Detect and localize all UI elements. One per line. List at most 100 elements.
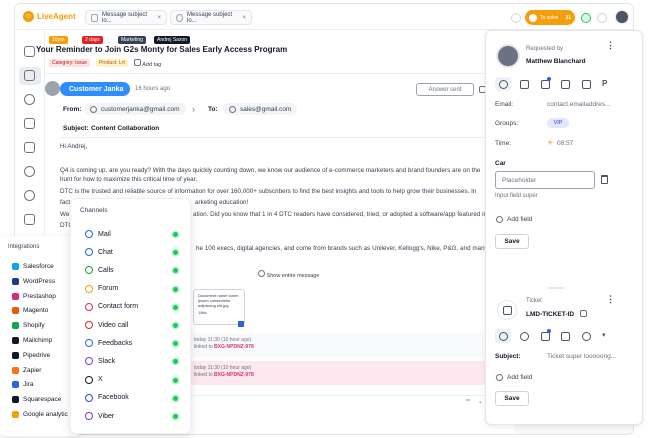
customer-name-chip[interactable]: Customer Janka xyxy=(60,82,130,96)
channel-item[interactable]: Mail xyxy=(85,230,111,238)
favorites-icon[interactable] xyxy=(24,214,35,225)
to-email[interactable]: sales@gmail.com xyxy=(223,103,298,115)
pipedrive-icon[interactable]: P xyxy=(602,79,607,88)
drag-handle[interactable] xyxy=(548,287,564,289)
brand-logo[interactable]: ☺ LiveAgent xyxy=(23,11,76,22)
phone-icon[interactable] xyxy=(24,118,35,129)
more-icon[interactable]: ⋮ xyxy=(606,40,615,51)
user-avatar[interactable] xyxy=(615,10,629,24)
tab-message-2[interactable]: Message subject lo... × xyxy=(170,10,252,25)
integration-item[interactable]: Squarespace xyxy=(12,396,61,404)
reports-icon[interactable] xyxy=(24,142,35,153)
viber-icon xyxy=(85,412,93,420)
channel-item[interactable]: Forum xyxy=(85,284,118,293)
person-icon[interactable] xyxy=(499,332,508,341)
contact-email[interactable]: contact.emailaddres... xyxy=(547,101,611,108)
mail-icon[interactable] xyxy=(24,70,35,81)
save-button[interactable]: Save xyxy=(495,391,529,406)
channel-label: Contact form xyxy=(98,303,139,311)
channel-label: Chat xyxy=(98,248,113,256)
close-icon[interactable]: × xyxy=(157,15,161,21)
collapse-icon[interactable]: ═ xyxy=(466,398,470,404)
integration-item[interactable]: Jira xyxy=(12,381,33,389)
message-paragraph: DTC is the trusted and reliable source o… xyxy=(60,188,477,195)
page-title: Your Reminder to Join G2s Monty for Sale… xyxy=(36,45,288,54)
status-count: 31 xyxy=(565,14,571,21)
add-tag-button[interactable]: Add tag xyxy=(134,59,161,68)
activity-log-row: today 11:30 (10 hour ago) linked to BXG-… xyxy=(190,333,493,357)
status-label: To solve xyxy=(540,14,559,21)
clock-icon[interactable] xyxy=(582,332,591,341)
integration-item[interactable]: Google analytic xyxy=(12,411,68,418)
brand-name: LiveAgent xyxy=(37,12,76,21)
chevron-down-icon[interactable]: ▾ xyxy=(602,331,606,339)
chat-icon[interactable] xyxy=(24,94,35,105)
compose-bar[interactable] xyxy=(190,395,493,407)
tab-message-1[interactable]: Message subject lo... × xyxy=(85,10,167,25)
linked-ticket-link[interactable]: BXG-NPDNZ-978 xyxy=(214,344,254,350)
linked-ticket-link[interactable]: BXG-NPDNZ-978 xyxy=(214,372,254,378)
product-label[interactable]: Product: Lrt xyxy=(96,59,128,67)
channel-label: Viber xyxy=(98,412,115,420)
car-input[interactable]: Placeholder xyxy=(495,171,595,189)
add-icon[interactable] xyxy=(511,13,521,23)
dashboard-icon[interactable] xyxy=(24,46,35,57)
settings-icon[interactable] xyxy=(24,190,35,201)
ticket-icon[interactable] xyxy=(541,332,550,341)
browser-icon[interactable] xyxy=(561,332,570,341)
person-icon[interactable] xyxy=(499,80,508,89)
channel-item[interactable]: Slack xyxy=(85,357,115,366)
integration-item[interactable]: Shopify xyxy=(12,322,45,330)
status-toggle[interactable]: To solve 31 xyxy=(525,10,575,25)
vip-badge[interactable]: VIP xyxy=(547,118,569,128)
requester-name[interactable]: Matthew Blanchard xyxy=(526,58,586,65)
integration-item[interactable]: Pipedrive xyxy=(12,351,50,359)
integration-logo-icon xyxy=(12,366,19,374)
channel-item[interactable]: Facebook xyxy=(85,393,129,402)
add-field-button[interactable]: Add field xyxy=(496,374,532,381)
browser-icon[interactable] xyxy=(582,80,591,89)
channel-item[interactable]: Feedbacks xyxy=(85,339,132,348)
integration-item[interactable]: Mailchimp xyxy=(12,337,52,344)
mail-icon[interactable] xyxy=(561,80,570,89)
category-label[interactable]: Category: Issue xyxy=(49,59,91,67)
phone-icon[interactable] xyxy=(597,13,607,23)
ticket-id[interactable]: LMD-TICKET-ID xyxy=(526,311,574,318)
channel-item[interactable]: Chat xyxy=(85,248,113,257)
desktop-icon[interactable] xyxy=(520,80,529,89)
channel-item[interactable]: X xyxy=(85,375,103,384)
channel-status-dot xyxy=(173,395,178,401)
save-button[interactable]: Save xyxy=(495,234,529,249)
person-icon xyxy=(90,105,97,113)
chat-status-icon[interactable] xyxy=(581,13,591,23)
more-icon[interactable]: ⋮ xyxy=(606,294,615,305)
channel-label: Calls xyxy=(98,266,114,274)
integration-item[interactable]: Salesforce xyxy=(12,263,54,270)
channel-item[interactable]: Viber xyxy=(85,412,114,420)
integration-logo-icon xyxy=(12,411,19,418)
integration-item[interactable]: Zapier xyxy=(12,366,42,374)
integration-item[interactable]: WordPress xyxy=(12,277,55,285)
answer-sent-button[interactable]: Answer sent xyxy=(416,83,474,96)
integration-item[interactable]: Magento xyxy=(12,307,48,315)
video-icon xyxy=(85,321,93,329)
trash-icon[interactable] xyxy=(601,175,608,184)
ticket-icon[interactable] xyxy=(541,80,550,89)
show-entire-message-button[interactable]: Show entire message xyxy=(258,270,319,279)
channel-item[interactable]: Contact form xyxy=(85,302,139,311)
from-email[interactable]: customerjanka@gmail.com xyxy=(84,103,186,115)
integration-label: Zapier xyxy=(23,366,42,374)
add-field-button[interactable]: Add field xyxy=(496,216,532,223)
assign-icon[interactable] xyxy=(520,332,529,341)
attachment-card[interactable]: Document name lorem ipsum consectetur ad… xyxy=(193,289,245,325)
channel-item[interactable]: Calls xyxy=(85,266,114,275)
phone-icon xyxy=(85,266,93,275)
plus-icon xyxy=(496,374,503,381)
ticket-subject-value[interactable]: Ticket super looooong... xyxy=(547,353,616,360)
close-icon[interactable]: × xyxy=(242,15,246,21)
expand-icon[interactable]: ⌄ xyxy=(478,398,483,405)
channel-item[interactable]: Video call xyxy=(85,321,128,329)
copy-icon[interactable] xyxy=(580,310,587,317)
contacts-icon[interactable] xyxy=(24,166,35,177)
integration-item[interactable]: Prestashop xyxy=(12,292,56,300)
